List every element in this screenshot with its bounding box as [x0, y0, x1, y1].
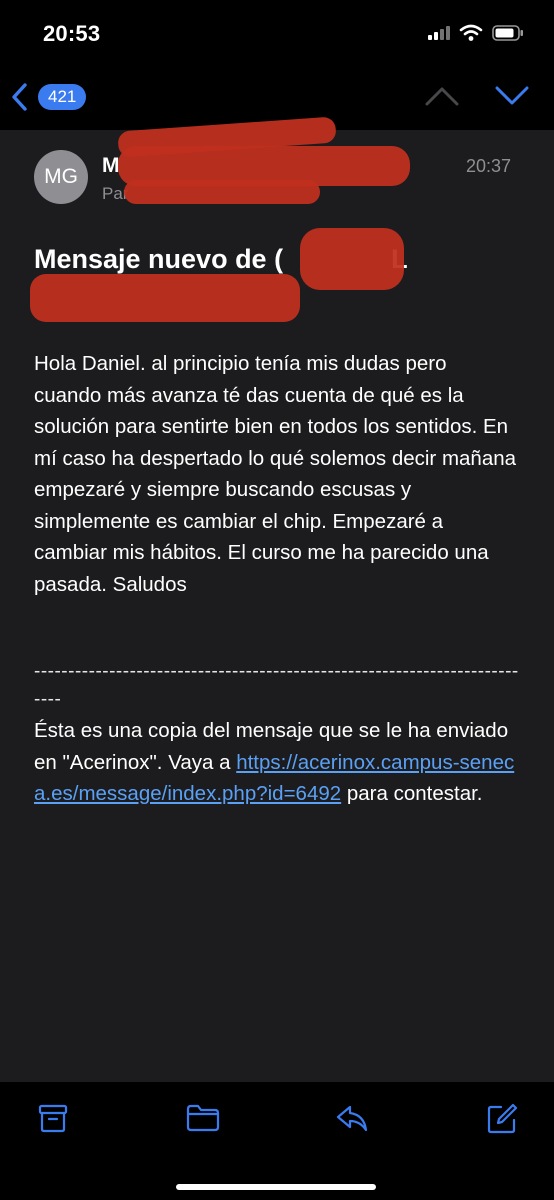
redaction-mark — [30, 274, 300, 322]
redaction-mark — [124, 180, 320, 204]
redaction-mark — [300, 228, 404, 290]
folder-icon — [186, 1104, 220, 1132]
compose-icon — [487, 1103, 518, 1134]
cellular-signal-icon — [428, 26, 450, 40]
subject-text: Mensaje nuevo de ( — [34, 244, 284, 274]
message-view: MG M Par 20:37 Mensaje nuevo de (L Hola … — [0, 116, 554, 1082]
chevron-up-icon — [425, 87, 459, 106]
message-subject: Mensaje nuevo de (L — [34, 242, 514, 276]
compose-button[interactable] — [485, 1102, 519, 1141]
signature-separator: ----------------------------------------… — [34, 661, 519, 710]
status-time: 20:53 — [43, 21, 101, 46]
message-time: 20:37 — [466, 156, 512, 176]
archive-button[interactable] — [37, 1102, 69, 1139]
move-to-folder-button[interactable] — [185, 1102, 221, 1139]
back-button[interactable]: 421 — [10, 82, 87, 112]
chevron-left-icon — [12, 83, 27, 111]
footer-suffix: para contestar. — [341, 782, 483, 805]
next-message-button[interactable] — [494, 84, 530, 113]
unread-count-badge: 421 — [38, 84, 87, 110]
status-icons — [428, 24, 524, 42]
archive-icon — [38, 1104, 68, 1133]
sender-name[interactable]: M — [102, 154, 120, 178]
home-indicator — [176, 1184, 376, 1190]
chevron-down-icon — [495, 86, 529, 105]
battery-icon — [492, 25, 523, 41]
wifi-icon — [459, 24, 483, 41]
reply-icon — [336, 1105, 368, 1132]
message-footer: Ésta es una copia del mensaje que se le … — [34, 715, 518, 810]
message-body: Hola Daniel. al principio tenía mis duda… — [34, 352, 517, 596]
bottom-toolbar — [0, 1082, 554, 1200]
sender-avatar[interactable]: MG — [34, 150, 88, 204]
previous-message-button[interactable] — [424, 84, 460, 113]
status-bar: 20:53 — [0, 0, 554, 70]
reply-button[interactable] — [334, 1102, 370, 1139]
